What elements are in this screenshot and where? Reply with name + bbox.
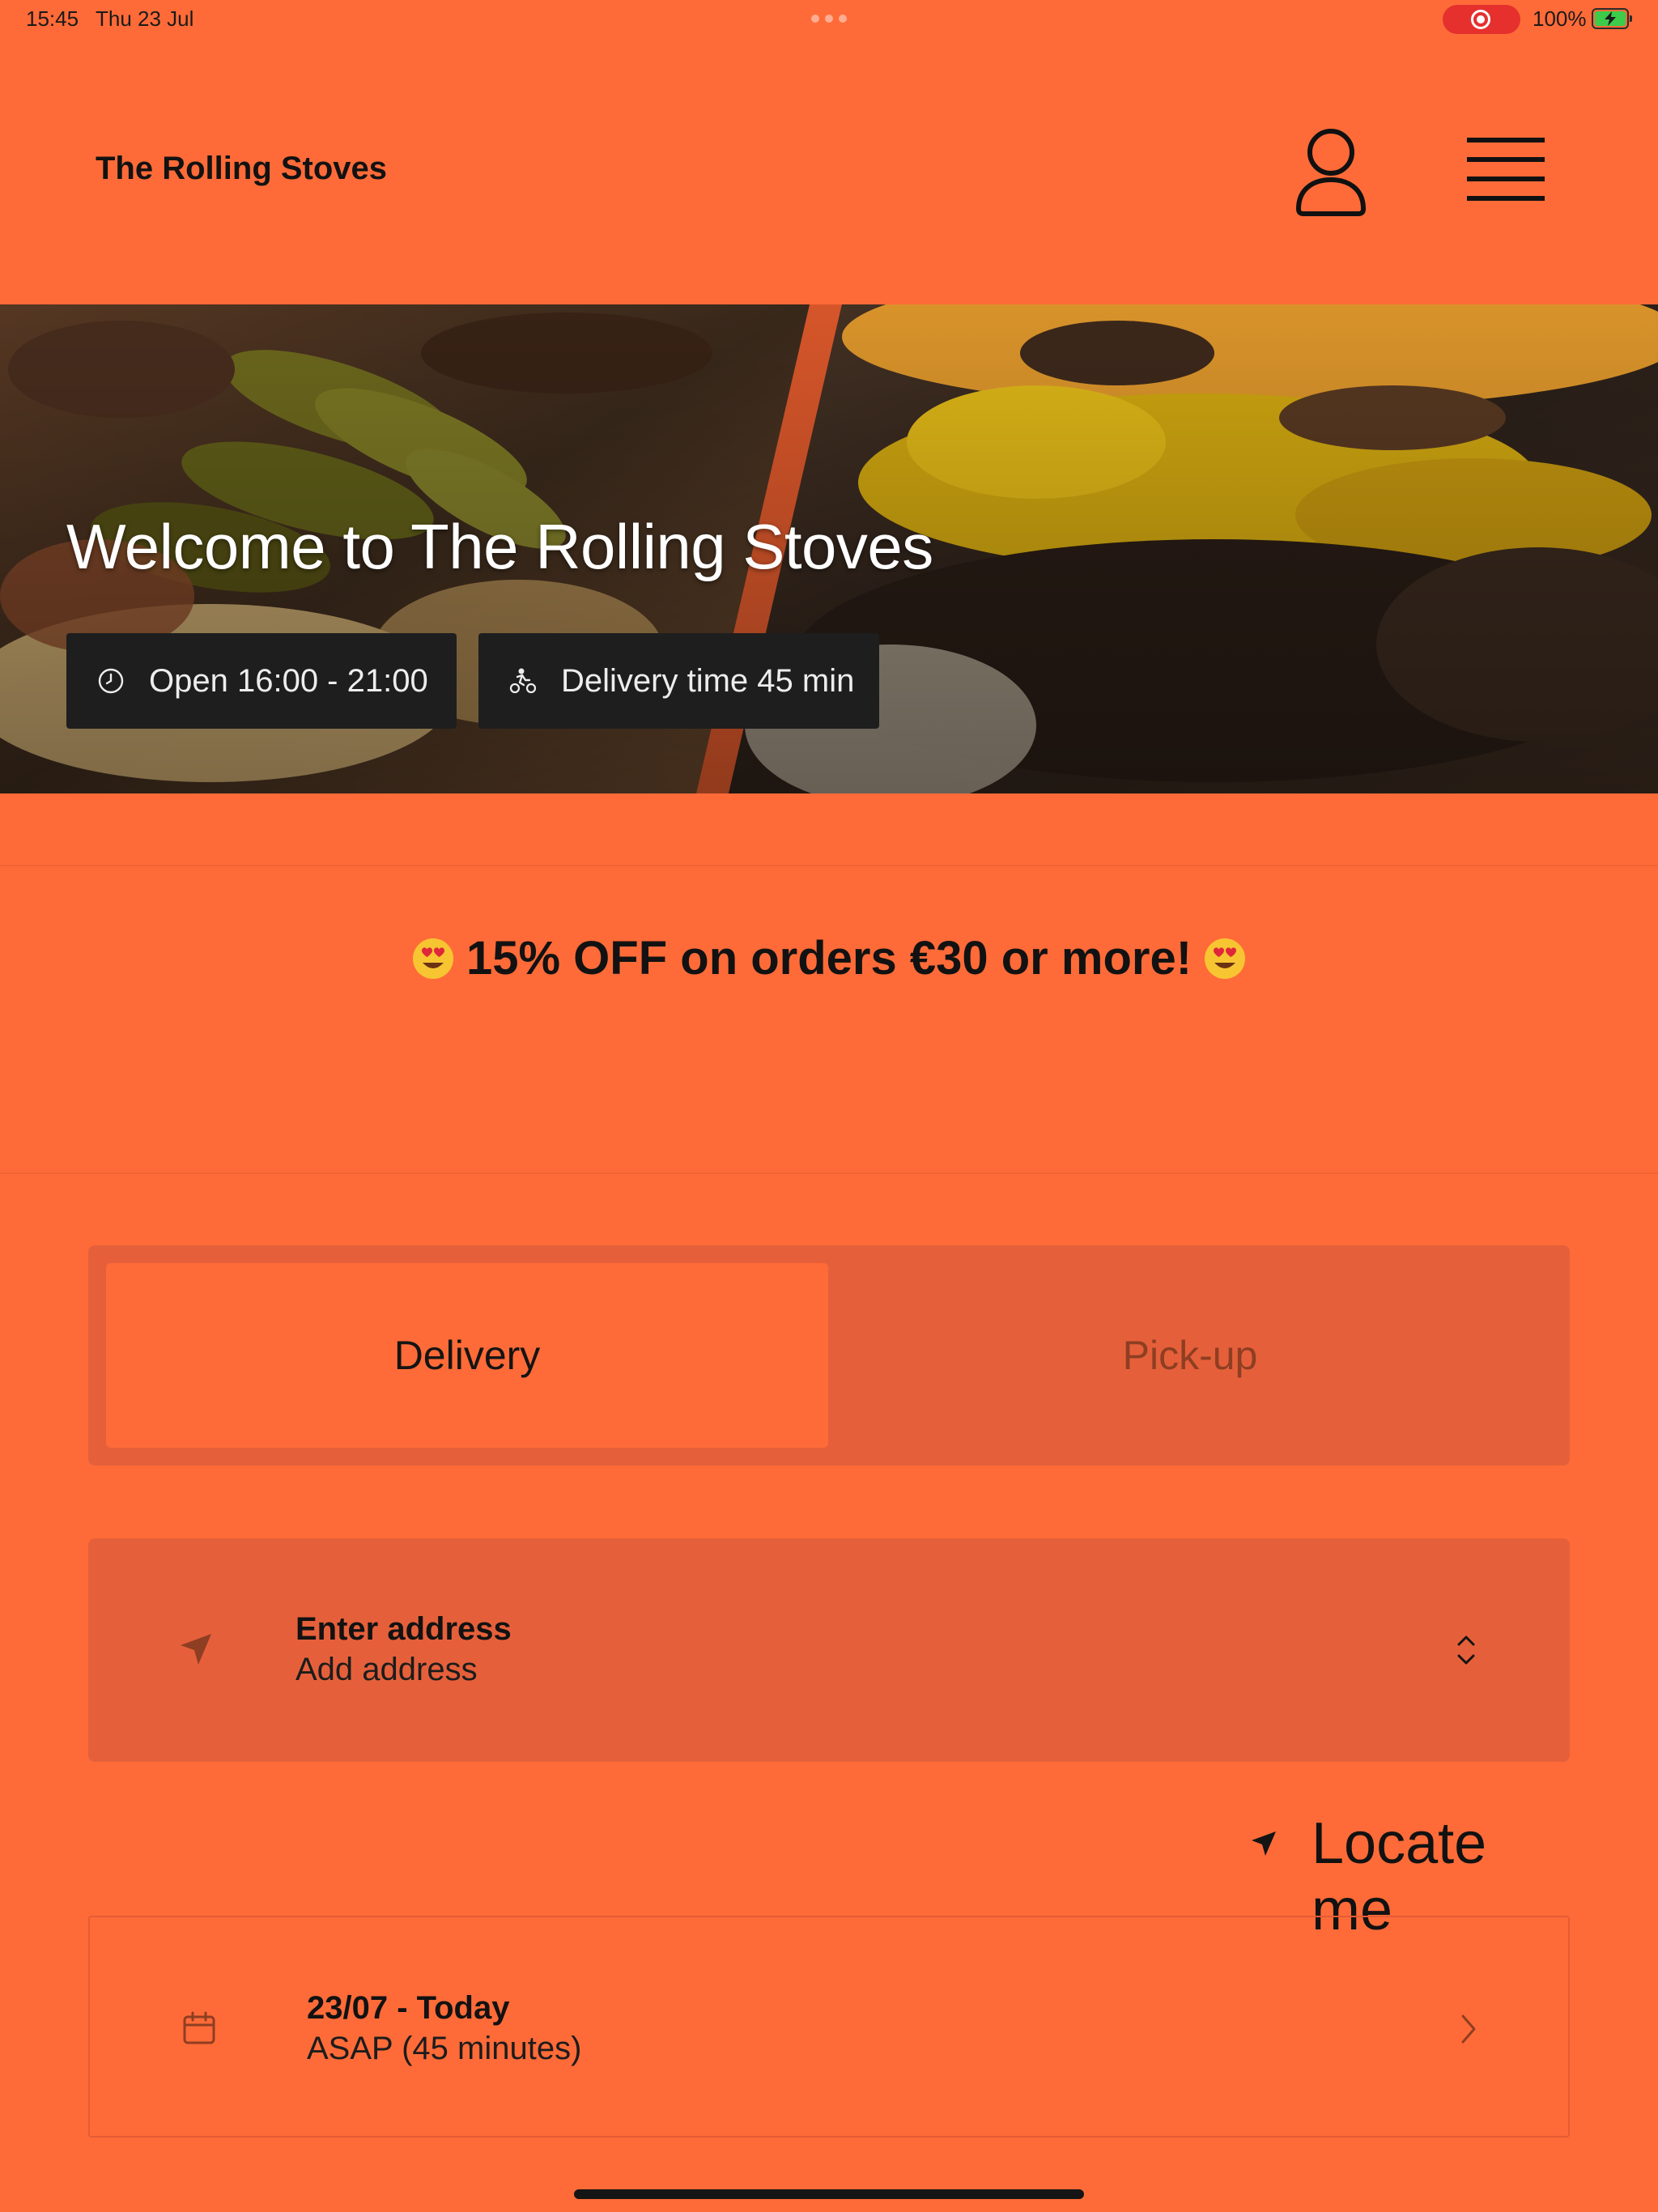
chevron-up-down-icon [1457, 1636, 1475, 1665]
delivery-option[interactable]: Delivery [106, 1263, 828, 1448]
order-type-toggle: Delivery Pick-up [88, 1245, 1570, 1465]
home-indicator[interactable] [574, 2189, 1084, 2199]
heart-eyes-emoji-icon [1205, 938, 1246, 979]
heart-eyes-emoji-icon [412, 938, 453, 979]
user-account-button[interactable] [1292, 123, 1370, 220]
hero-title: Welcome to The Rolling Stoves [66, 511, 933, 582]
screen-recording-icon[interactable] [1443, 5, 1520, 34]
address-selector[interactable]: Enter address Add address [88, 1538, 1570, 1762]
pickup-option[interactable]: Pick-up [828, 1263, 1552, 1448]
bike-courier-icon [509, 668, 537, 694]
schedule-date: 23/07 - Today [307, 1990, 510, 2026]
status-bar: 15:45 Thu 23 Jul 100% [0, 0, 1658, 39]
status-time: 15:45 [26, 6, 79, 31]
navigation-arrow-icon [181, 1634, 211, 1665]
locate-me-button[interactable]: Locate me [1242, 1802, 1570, 1942]
multitasking-dots-icon[interactable] [811, 15, 847, 23]
opening-hours-badge: Open 16:00 - 21:00 [66, 633, 457, 729]
schedule-time: ASAP (45 minutes) [307, 2031, 582, 2066]
address-title: Enter address [295, 1611, 512, 1647]
opening-hours-text: Open 16:00 - 21:00 [149, 662, 428, 699]
restaurant-title[interactable]: The Rolling Stoves [96, 151, 387, 187]
battery-charging-icon [1592, 8, 1632, 29]
section-divider [0, 865, 1658, 866]
battery-percentage: 100% [1533, 6, 1587, 31]
calendar-icon [183, 2011, 215, 2044]
hamburger-menu-icon [1467, 138, 1545, 201]
address-subtitle: Add address [295, 1652, 478, 1687]
location-arrow-icon [1252, 1831, 1276, 1856]
section-divider [0, 1172, 1658, 1174]
menu-button[interactable] [1464, 133, 1548, 207]
promo-banner: 15% OFF on orders €30 or more! [0, 931, 1658, 985]
delivery-schedule-selector[interactable]: 23/07 - Today ASAP (45 minutes) [88, 1916, 1570, 2138]
promo-text: 15% OFF on orders €30 or more! [466, 932, 1192, 985]
status-date: Thu 23 Jul [96, 6, 194, 31]
delivery-time-text: Delivery time 45 min [561, 662, 855, 699]
chevron-right-icon [1461, 2014, 1476, 2044]
clock-icon [98, 668, 124, 694]
user-icon [1295, 129, 1367, 216]
delivery-time-badge: Delivery time 45 min [478, 633, 879, 729]
